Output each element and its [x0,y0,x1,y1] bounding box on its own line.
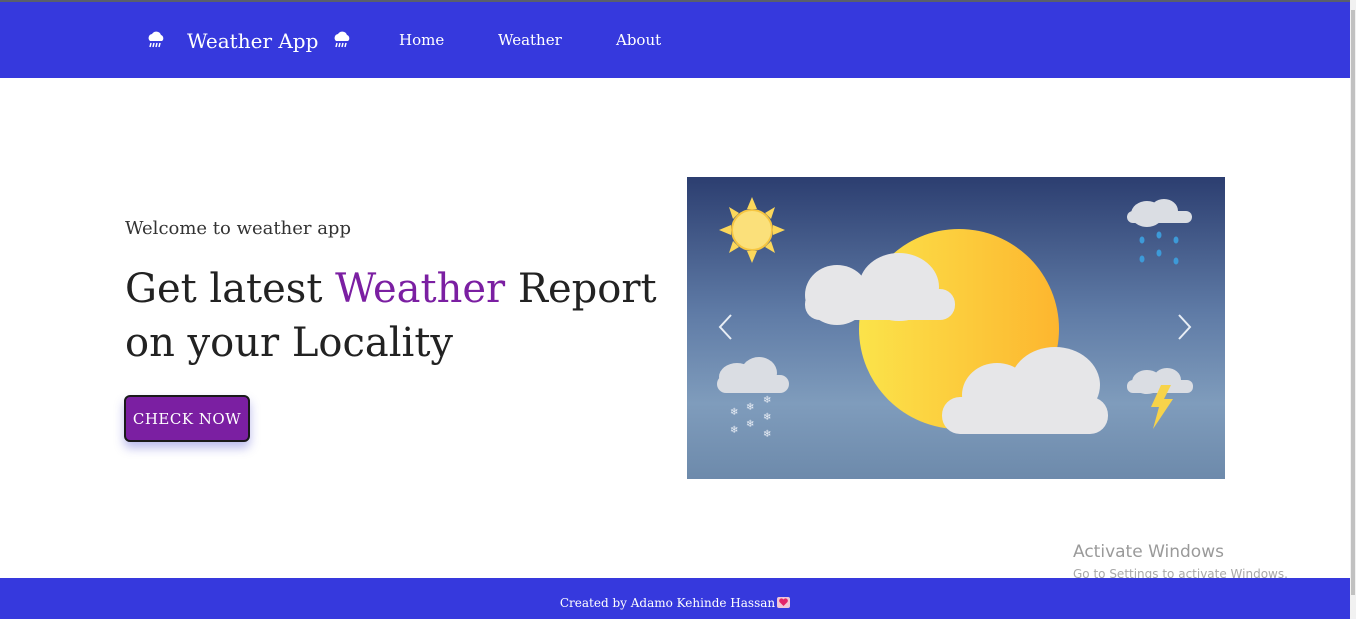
chevron-right-icon[interactable] [1171,312,1195,342]
headline-text: Get latest [125,266,336,312]
navbar: Weather App Home Weather About [0,2,1350,78]
weather-illustration: ❄ ❄ ❄ ❄ ❄ ❄ ❄ [687,177,1225,479]
nav-link-home[interactable]: Home [399,30,444,50]
svg-text:❄: ❄ [763,429,771,440]
svg-text:❄: ❄ [746,419,754,430]
hero-headline: Get latest Weather Report on your Locali… [125,262,685,370]
footer: Created by Adamo Kehinde Hassan [0,578,1350,619]
scrollbar-thumb[interactable] [1351,10,1355,595]
chevron-left-icon[interactable] [715,312,739,342]
footer-credit: Created by Adamo Kehinde Hassan [0,596,1350,610]
welcome-text: Welcome to weather app [125,218,351,239]
svg-text:❄: ❄ [730,407,738,418]
page-scrollbar[interactable] [1350,0,1356,619]
nav-link-about[interactable]: About [616,30,661,50]
footer-text: Created by Adamo Kehinde Hassan [559,596,776,610]
svg-text:❄: ❄ [746,402,754,413]
nav-link-weather[interactable]: Weather [498,30,562,50]
cloud-rain-icon [145,30,167,52]
svg-text:❄: ❄ [763,412,771,423]
heart-icon [777,597,791,608]
check-now-button[interactable]: CHECK NOW [124,395,250,442]
weather-carousel[interactable]: ❄ ❄ ❄ ❄ ❄ ❄ ❄ [687,177,1225,479]
brand-title[interactable]: Weather App [187,28,318,54]
activate-windows-title: Activate Windows [1073,542,1224,562]
svg-text:❄: ❄ [730,425,738,436]
svg-text:❄: ❄ [763,395,771,406]
headline-accent: Weather [335,266,506,312]
cloud-rain-icon [331,30,353,52]
